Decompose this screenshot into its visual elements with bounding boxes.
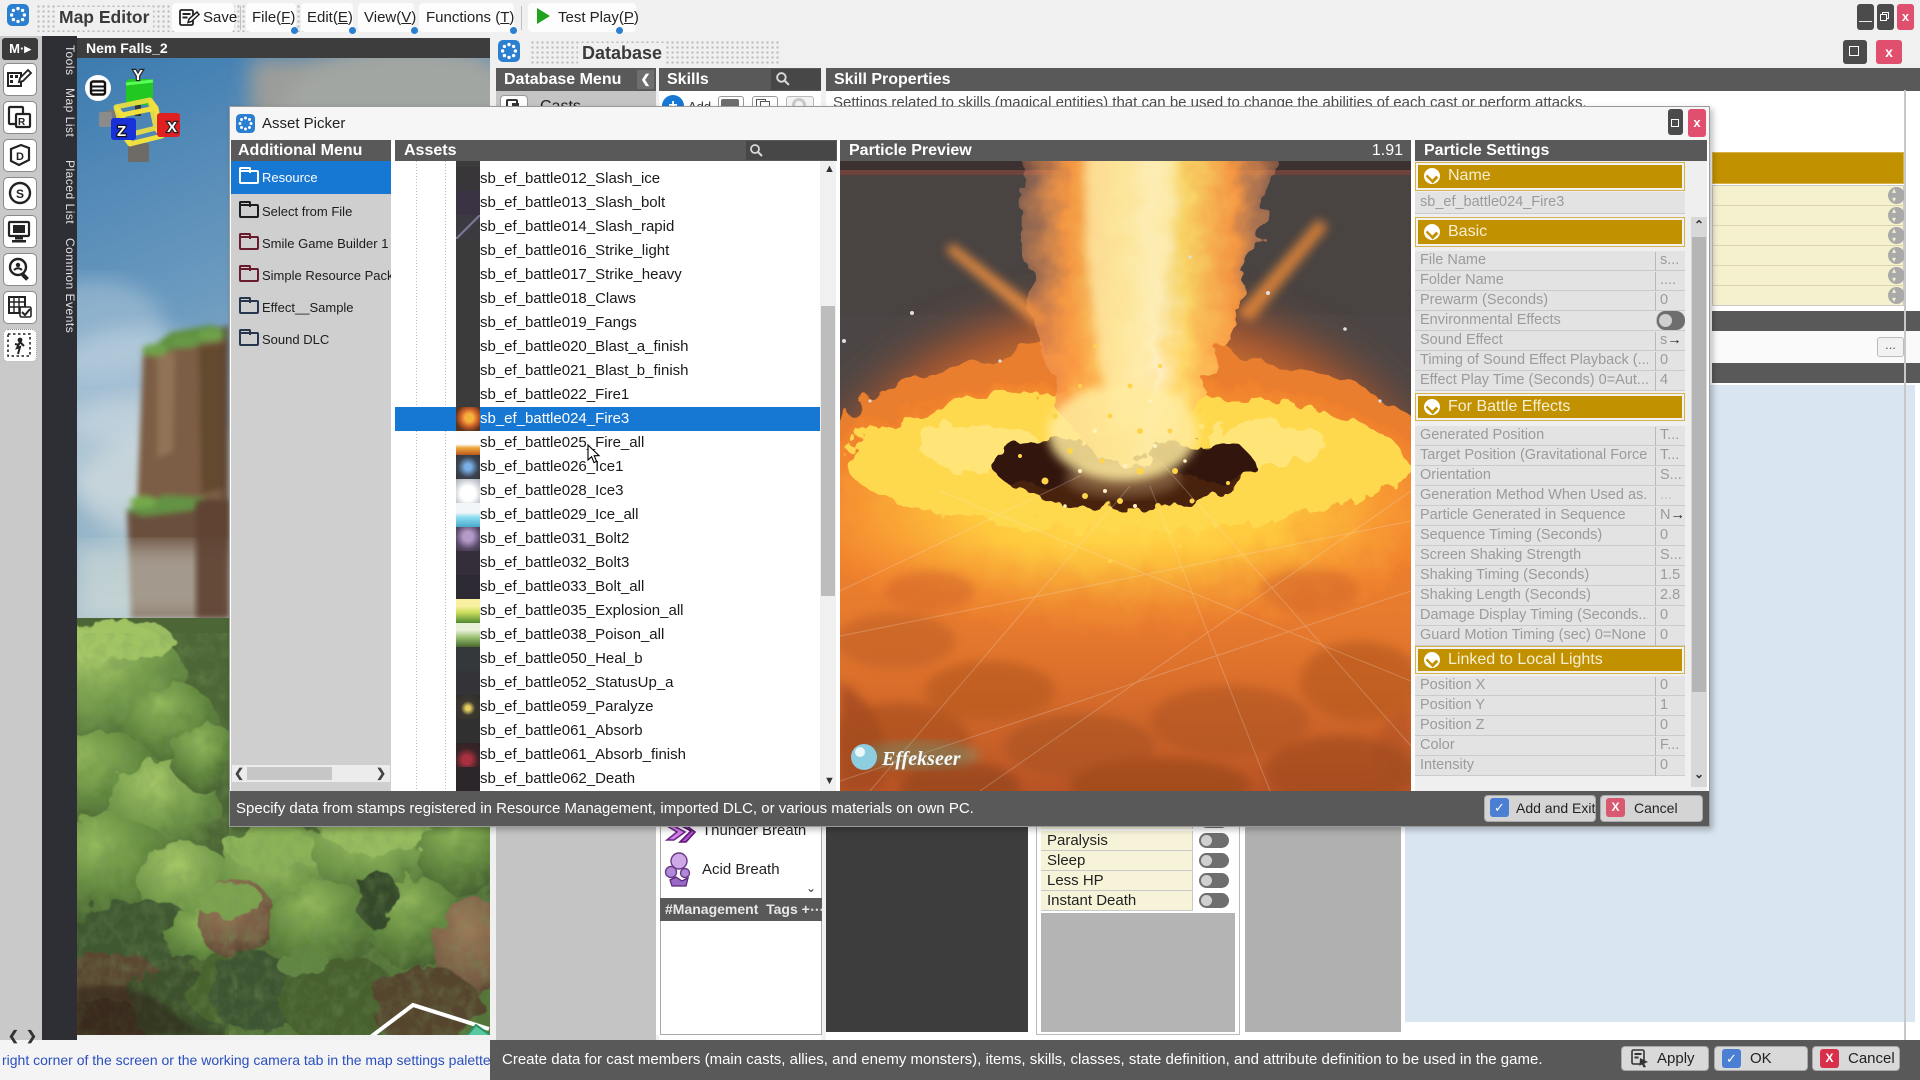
svg-text:D: D xyxy=(16,151,24,163)
svg-text:R: R xyxy=(18,117,26,128)
svg-text:Effekseer: Effekseer xyxy=(881,748,961,770)
svg-text:X: X xyxy=(167,119,177,136)
svg-text:S: S xyxy=(16,187,24,201)
svg-text:Y: Y xyxy=(133,67,143,84)
svg-text:Z: Z xyxy=(117,123,126,140)
